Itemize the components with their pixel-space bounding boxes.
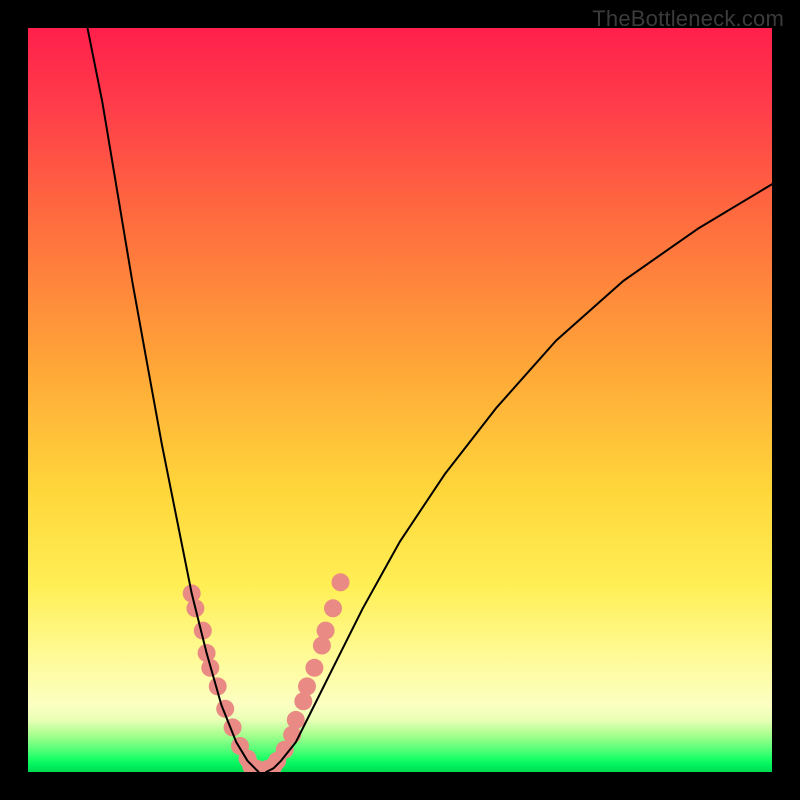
- data-dot: [332, 573, 350, 591]
- curve-lines: [88, 28, 773, 772]
- data-dot: [287, 711, 305, 729]
- data-dot: [317, 622, 335, 640]
- chart-frame: TheBottleneck.com: [0, 0, 800, 800]
- scatter-dots: [183, 573, 350, 772]
- watermark-text: TheBottleneck.com: [592, 6, 784, 32]
- chart-svg: [28, 28, 772, 772]
- data-dot: [324, 599, 342, 617]
- curve-left-curve: [88, 28, 259, 772]
- plot-area: [28, 28, 772, 772]
- data-dot: [305, 659, 323, 677]
- data-dot: [298, 677, 316, 695]
- curve-right-curve: [266, 184, 772, 772]
